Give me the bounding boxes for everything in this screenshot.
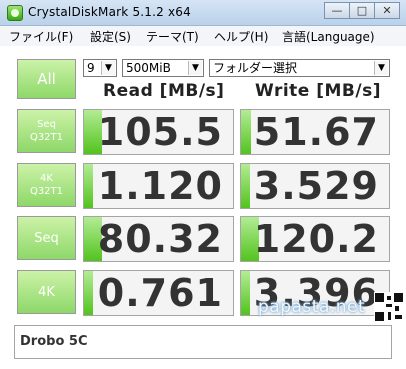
row-label-line1: 4K	[38, 284, 55, 300]
title-bar: CrystalDiskMark 5.1.2 x64 — □ ✕	[0, 0, 406, 26]
drive-value: フォルダー選択	[213, 61, 298, 75]
row-label-line2: Q32T1	[29, 186, 64, 197]
test-size-select[interactable]: 500MiB ▼	[122, 59, 204, 77]
menu-language[interactable]: 言語(Language)	[282, 28, 375, 45]
test-count-value: 9	[87, 61, 95, 75]
close-button[interactable]: ✕	[374, 2, 400, 19]
test-count-select[interactable]: 9 ▼	[83, 59, 117, 77]
menu-file[interactable]: ファイル(F)	[9, 28, 73, 45]
4k-q32t1-read-cell: 1.120	[83, 163, 234, 209]
seq-q32t1-write-cell: 51.67	[240, 109, 390, 155]
4k-read-value: 0.761	[97, 271, 223, 315]
4k-q32t1-button[interactable]: 4K Q32T1	[17, 163, 76, 207]
watermark: papasta.net	[258, 297, 366, 317]
minimize-button[interactable]: —	[324, 2, 350, 19]
all-button[interactable]: All	[17, 59, 76, 99]
row-label-line2: Q32T1	[29, 132, 64, 143]
menu-theme[interactable]: テーマ(T)	[146, 28, 199, 45]
row-label-line1: 4K	[40, 173, 53, 184]
write-header: Write [MB/s]	[255, 81, 381, 101]
crystaldiskmark-icon	[7, 5, 23, 21]
seq-q32t1-write-bar	[241, 110, 252, 154]
seq-write-cell: 120.2	[240, 216, 390, 262]
seq-write-value: 120.2	[253, 217, 379, 261]
seq-q32t1-read-cell: 105.5	[83, 109, 234, 155]
window-title: CrystalDiskMark 5.1.2 x64	[28, 5, 191, 19]
row-label-line1: Seq	[34, 230, 59, 246]
4k-q32t1-write-cell: 3.529	[240, 163, 390, 209]
seq-q32t1-button[interactable]: Seq Q32T1	[17, 109, 76, 153]
4k-q32t1-write-bar	[241, 164, 250, 208]
seq-read-cell: 80.32	[83, 216, 234, 262]
menu-help[interactable]: ヘルプ(H)	[214, 28, 268, 45]
4k-button[interactable]: 4K	[17, 270, 76, 314]
chevron-down-icon: ▼	[188, 61, 202, 75]
comment-field[interactable]: Drobo 5C	[14, 325, 392, 359]
seq-q32t1-write-value: 51.67	[253, 110, 379, 154]
chevron-down-icon: ▼	[101, 61, 115, 75]
4k-q32t1-read-bar	[84, 164, 93, 208]
window-controls: — □ ✕	[324, 2, 400, 19]
4k-write-bar	[241, 271, 250, 315]
seq-read-value: 80.32	[97, 217, 223, 261]
seq-button[interactable]: Seq	[17, 216, 76, 260]
menu-settings[interactable]: 設定(S)	[90, 28, 131, 45]
read-header: Read [MB/s]	[103, 81, 225, 101]
seq-q32t1-read-value: 105.5	[97, 110, 223, 154]
4k-read-cell: 0.761	[83, 270, 234, 316]
row-label-line1: Seq	[37, 119, 56, 130]
main-panel: All 9 ▼ 500MiB ▼ フォルダー選択 ▼ Read [MB/s] W…	[0, 46, 406, 369]
4k-q32t1-write-value: 3.529	[253, 164, 379, 208]
chevron-down-icon: ▼	[374, 61, 388, 75]
qr-code	[374, 292, 404, 322]
drive-select[interactable]: フォルダー選択 ▼	[209, 59, 390, 77]
4k-q32t1-read-value: 1.120	[97, 164, 223, 208]
menu-bar: ファイル(F) 設定(S) テーマ(T) ヘルプ(H) 言語(Language)	[0, 26, 406, 46]
test-size-value: 500MiB	[126, 61, 171, 75]
maximize-button[interactable]: □	[349, 2, 375, 19]
4k-read-bar	[84, 271, 93, 315]
